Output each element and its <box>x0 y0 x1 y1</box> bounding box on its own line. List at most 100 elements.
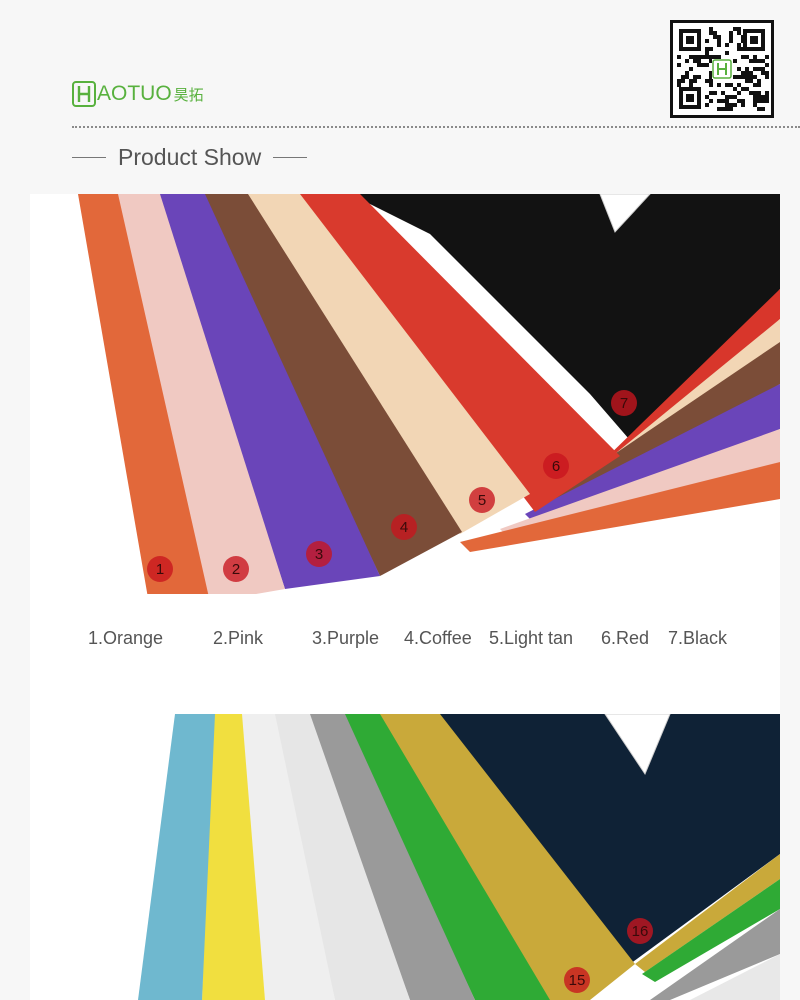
qr-module <box>717 43 721 47</box>
qr-module <box>729 107 733 111</box>
qr-module <box>761 67 765 71</box>
qr-module <box>765 95 769 99</box>
qr-module <box>689 79 693 83</box>
qr-module <box>709 99 713 103</box>
qr-module <box>765 75 769 79</box>
qr-module <box>765 99 769 103</box>
product-panel: 1 2 3 4 5 6 7 1.Orange 2.Pink 3.Purple 4… <box>30 194 780 1000</box>
qr-module <box>709 55 713 59</box>
qr-module <box>717 107 721 111</box>
qr-module <box>741 39 745 43</box>
qr-module <box>717 99 721 103</box>
section-title: Product Show <box>118 143 262 170</box>
qr-module <box>677 79 681 83</box>
qr-module <box>705 47 709 51</box>
qr-module <box>757 59 761 63</box>
qr-module <box>721 99 725 103</box>
qr-module <box>733 27 737 31</box>
qr-module <box>693 79 697 83</box>
qr-module <box>729 35 733 39</box>
marker-5: 5 <box>469 487 495 513</box>
qr-module <box>693 55 697 59</box>
qr-module <box>725 99 729 103</box>
qr-module <box>713 31 717 35</box>
qr-module <box>745 75 749 79</box>
qr-module <box>753 55 757 59</box>
qr-module <box>729 31 733 35</box>
brand-name: AOTUO <box>97 82 172 105</box>
brand-h-icon <box>72 81 96 107</box>
qr-module <box>725 83 729 87</box>
qr-module <box>741 87 745 91</box>
qr-module <box>681 75 685 79</box>
legend-light-tan: 5.Light tan <box>489 628 574 648</box>
qr-module <box>725 107 729 111</box>
qr-module <box>737 83 741 87</box>
qr-module <box>701 63 705 67</box>
product-photo-2[interactable] <box>30 714 780 1000</box>
qr-module <box>753 103 757 107</box>
legend-purple: 3.Purple <box>312 628 380 648</box>
qr-module <box>741 55 745 59</box>
qr-module <box>757 79 761 83</box>
legend-coffee: 4.Coffee <box>404 628 472 648</box>
qr-module <box>737 91 741 95</box>
title-rule-left <box>72 156 106 158</box>
qr-module <box>757 95 761 99</box>
qr-module <box>717 55 721 59</box>
qr-module <box>733 87 737 91</box>
qr-module <box>705 103 709 107</box>
qr-module <box>737 67 741 71</box>
qr-module <box>761 107 765 111</box>
qr-module <box>761 59 765 63</box>
qr-module <box>761 99 765 103</box>
title-rule-right <box>273 156 308 158</box>
qr-module <box>757 99 761 103</box>
qr-module <box>709 91 713 95</box>
marker-7: 7 <box>611 390 637 416</box>
qr-module <box>741 71 745 75</box>
qr-module <box>729 95 733 99</box>
qr-module <box>745 55 749 59</box>
qr-code-icon[interactable] <box>670 20 774 118</box>
qr-module <box>709 47 713 51</box>
qr-module <box>705 51 709 55</box>
qr-module <box>753 95 757 99</box>
qr-module <box>729 39 733 43</box>
qr-module <box>737 99 741 103</box>
qr-module <box>689 55 693 59</box>
brand-logo[interactable]: AOTUO 昊拓 <box>72 80 204 108</box>
qr-module <box>705 63 709 67</box>
qr-module <box>705 95 709 99</box>
qr-module <box>681 79 685 83</box>
color-legend: 1.Orange 2.Pink 3.Purple 4.Coffee 5.Ligh… <box>30 628 780 652</box>
qr-module <box>709 31 713 35</box>
qr-module <box>737 27 741 31</box>
qr-module <box>749 71 753 75</box>
qr-module <box>685 71 689 75</box>
qr-module <box>765 63 769 67</box>
qr-module <box>753 67 757 71</box>
qr-module <box>689 67 693 71</box>
marker-16: 16 <box>627 918 653 944</box>
qr-module <box>765 55 769 59</box>
qr-module <box>765 91 769 95</box>
marker-3: 3 <box>306 541 332 567</box>
qr-module <box>693 75 697 79</box>
qr-module <box>753 99 757 103</box>
qr-module <box>709 83 713 87</box>
qr-module <box>761 95 765 99</box>
legend-black: 7.Black <box>668 628 728 648</box>
qr-module <box>725 103 729 107</box>
qr-module <box>753 83 757 87</box>
qr-module <box>725 95 729 99</box>
qr-module <box>713 55 717 59</box>
qr-module <box>705 79 709 83</box>
qr-module <box>733 75 737 79</box>
legend-red: 6.Red <box>601 628 650 648</box>
qr-module <box>737 75 741 79</box>
qr-module <box>745 79 749 83</box>
qr-module <box>725 51 729 55</box>
qr-module <box>741 47 745 51</box>
qr-module <box>753 59 757 63</box>
